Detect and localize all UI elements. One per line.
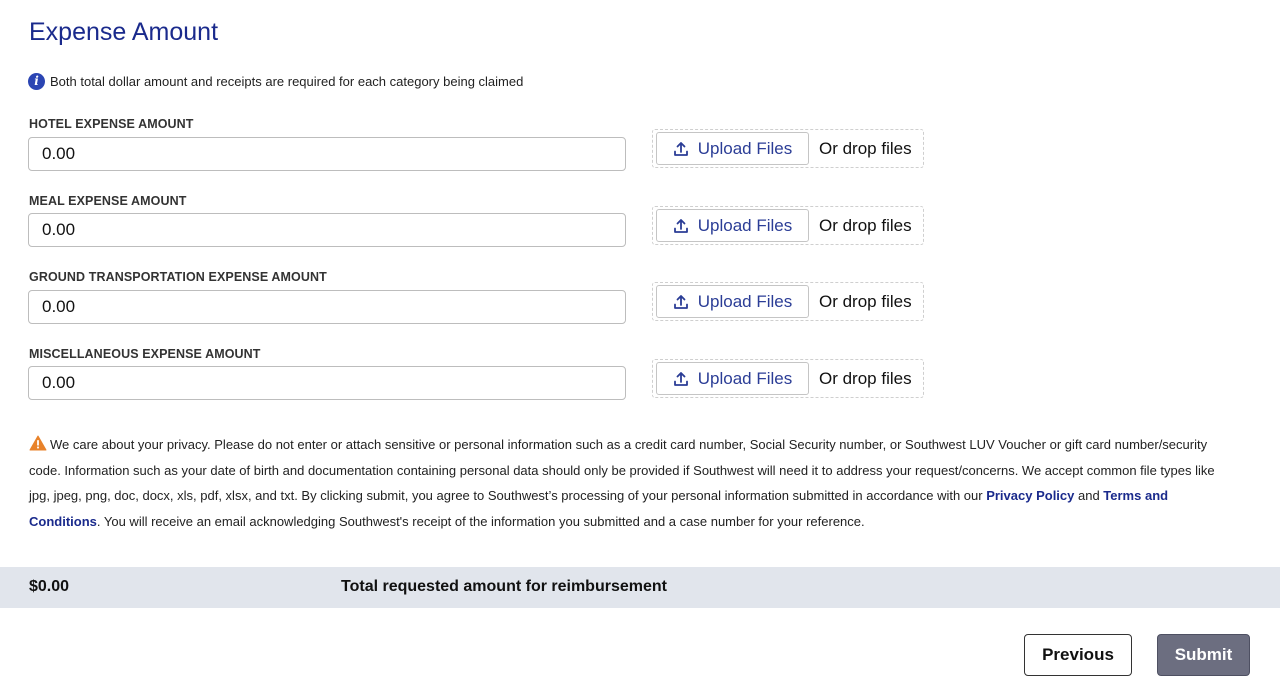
miscellaneous-expense-input[interactable] — [28, 366, 626, 400]
total-label: Total requested amount for reimbursement — [341, 578, 667, 595]
privacy-policy-link[interactable]: Privacy Policy — [986, 488, 1074, 503]
upload-files-label: Upload Files — [697, 291, 793, 311]
info-text: Both total dollar amount and receipts ar… — [50, 74, 524, 89]
info-icon: i — [28, 73, 45, 90]
drop-files-text: Or drop files — [819, 138, 912, 158]
hotel-upload-files-button[interactable]: Upload Files — [656, 132, 809, 165]
hotel-expense-label: HOTEL EXPENSE AMOUNT — [29, 117, 194, 131]
upload-files-label: Upload Files — [697, 368, 793, 388]
total-bar: $0.00 Total requested amount for reimbur… — [0, 567, 1280, 608]
drop-files-text: Or drop files — [819, 368, 912, 388]
privacy-notice: We care about your privacy. Please do no… — [29, 432, 1239, 534]
meal-expense-label: MEAL EXPENSE AMOUNT — [29, 194, 187, 208]
privacy-text-3: . You will receive an email acknowledgin… — [96, 513, 865, 529]
miscellaneous-expense-label: MISCELLANEOUS EXPENSE AMOUNT — [29, 347, 261, 361]
meal-expense-input[interactable] — [28, 213, 626, 247]
submit-button[interactable]: Submit — [1157, 634, 1250, 676]
drop-files-text: Or drop files — [819, 215, 912, 235]
upload-icon — [673, 294, 688, 309]
page-title: Expense Amount — [29, 18, 219, 46]
ground-transportation-upload-files-button[interactable]: Upload Files — [656, 285, 809, 318]
upload-icon — [673, 218, 688, 233]
miscellaneous-upload-files-button[interactable]: Upload Files — [656, 362, 809, 395]
miscellaneous-file-drop-zone[interactable]: Upload Files Or drop files — [652, 359, 924, 398]
previous-button[interactable]: Previous — [1024, 634, 1132, 676]
upload-files-label: Upload Files — [697, 138, 793, 158]
info-note: i Both total dollar amount and receipts … — [28, 73, 523, 90]
drop-files-text: Or drop files — [819, 291, 912, 311]
hotel-expense-input[interactable] — [28, 137, 626, 171]
ground-transportation-expense-label: GROUND TRANSPORTATION EXPENSE AMOUNT — [29, 270, 327, 284]
hotel-file-drop-zone[interactable]: Upload Files Or drop files — [652, 129, 924, 168]
ground-transportation-file-drop-zone[interactable]: Upload Files Or drop files — [652, 282, 924, 321]
total-amount: $0.00 — [29, 578, 70, 595]
privacy-text-2: and — [1074, 488, 1104, 503]
ground-transportation-expense-input[interactable] — [28, 290, 626, 324]
meal-file-drop-zone[interactable]: Upload Files Or drop files — [652, 206, 924, 245]
upload-icon — [673, 371, 688, 386]
meal-upload-files-button[interactable]: Upload Files — [656, 209, 809, 242]
upload-files-label: Upload Files — [697, 215, 793, 235]
warning-icon — [29, 435, 47, 451]
upload-icon — [673, 141, 688, 156]
